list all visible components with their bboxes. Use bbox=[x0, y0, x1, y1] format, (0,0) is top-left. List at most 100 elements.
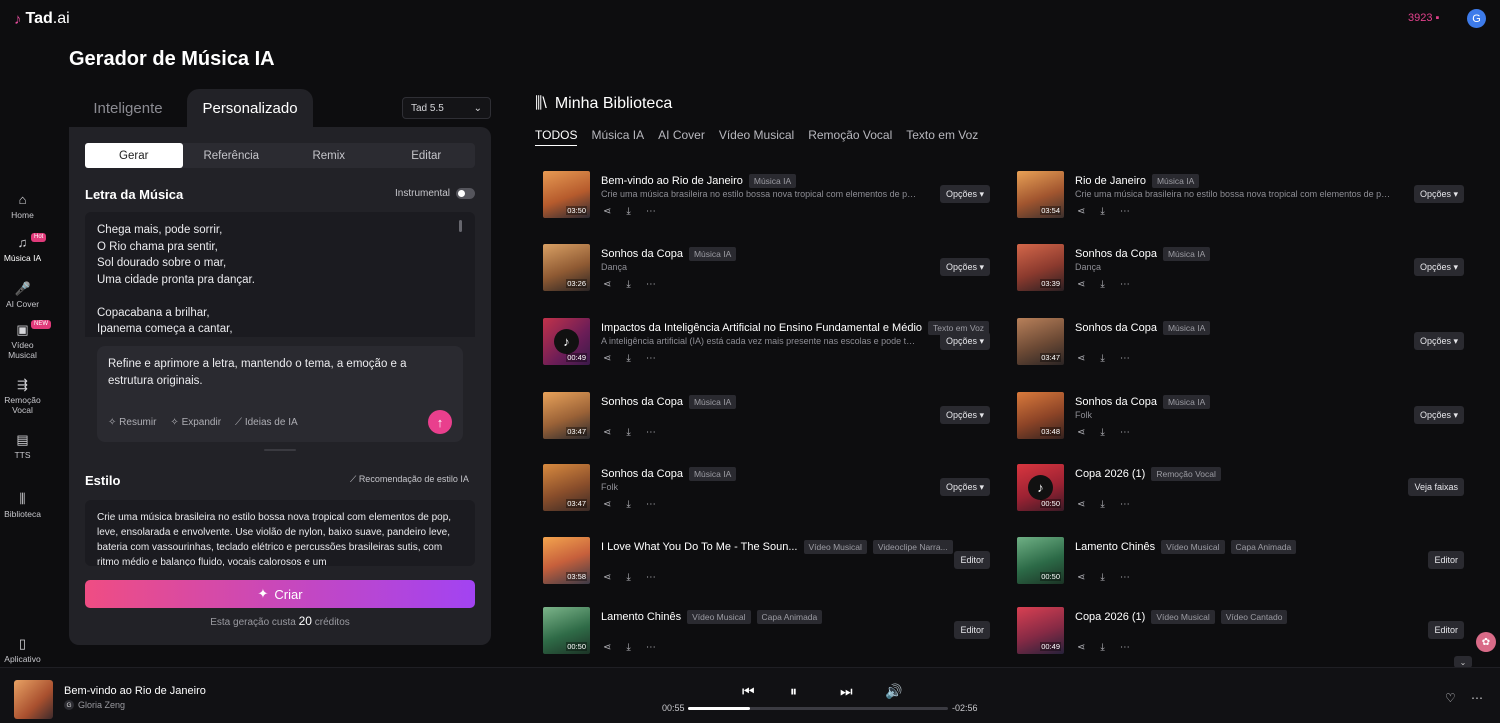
download-icon[interactable]: ⤓ bbox=[1100, 572, 1104, 583]
track-action-button[interactable]: Opções ▾ bbox=[939, 332, 990, 350]
download-icon[interactable]: ⤓ bbox=[626, 206, 630, 217]
track-action-button[interactable]: Editor bbox=[1428, 551, 1464, 569]
subtab-editar[interactable]: Editar bbox=[378, 143, 476, 168]
download-icon[interactable]: ⤓ bbox=[1100, 206, 1104, 217]
sidebar-item-v-deo-musical[interactable]: ▣ Vídeo Musical NEW bbox=[0, 320, 51, 360]
player-artist[interactable]: G Gloria Zeng bbox=[64, 700, 125, 710]
track-item[interactable]: 03:47 Sonhos da Copa Música IA Folk ⋖ ⤓ ⋯ Opçõe… bbox=[535, 464, 990, 512]
more-icon[interactable]: ⋯ bbox=[646, 427, 656, 438]
track-thumbnail[interactable]: 03:39 bbox=[1017, 244, 1064, 291]
share-icon[interactable]: ⋖ bbox=[603, 206, 611, 217]
track-action-button[interactable]: Opções ▾ bbox=[939, 406, 990, 424]
sidebar-item-biblioteca[interactable]: ⫼ Biblioteca bbox=[0, 492, 45, 520]
lib-tab-ai-cover[interactable]: AI Cover bbox=[658, 128, 705, 146]
download-icon[interactable]: ⤓ bbox=[1100, 427, 1104, 438]
track-item[interactable]: 03:58 I Love What You Do To Me - The Soun… bbox=[535, 537, 990, 585]
send-button[interactable]: ↑ bbox=[428, 410, 452, 434]
track-item[interactable]: 00:50 Lamento Chinês Vídeo Musical Capa Ani… bbox=[535, 607, 990, 655]
track-thumbnail[interactable]: 03:58 bbox=[543, 537, 590, 584]
download-icon[interactable]: ⤓ bbox=[1100, 642, 1104, 653]
track-item[interactable]: 03:26 Sonhos da Copa Música IA Dança ⋖ ⤓ ⋯ Opçõ… bbox=[535, 244, 990, 292]
track-thumbnail[interactable]: 00:50 bbox=[1017, 537, 1064, 584]
user-avatar[interactable]: G bbox=[1467, 9, 1486, 28]
download-icon[interactable]: ⤓ bbox=[1100, 499, 1104, 510]
track-action-button[interactable]: Opções ▾ bbox=[1413, 406, 1464, 424]
more-icon[interactable]: ⋯ bbox=[646, 642, 656, 653]
track-thumbnail[interactable]: ♪ 00:50 bbox=[1017, 464, 1064, 511]
sidebar-item-m-sica-ia[interactable]: ♫ Música IA Hot bbox=[0, 233, 47, 263]
track-title[interactable]: Lamento Chinês bbox=[1075, 541, 1155, 553]
sidebar-item-ai-cover[interactable]: 🎤 AI Cover bbox=[0, 282, 45, 310]
track-thumbnail[interactable]: 03:47 bbox=[543, 392, 590, 439]
track-title[interactable]: Copa 2026 (1) bbox=[1075, 468, 1145, 480]
credits-counter[interactable]: 3923 ▪ bbox=[1408, 12, 1439, 24]
sidebar-item-tts[interactable]: ▤ TTS bbox=[0, 433, 45, 461]
more-icon[interactable]: ⋯ bbox=[646, 572, 656, 583]
share-icon[interactable]: ⋖ bbox=[1077, 279, 1085, 290]
track-title[interactable]: Copa 2026 (1) bbox=[1075, 611, 1145, 623]
track-title[interactable]: Sonhos da Copa bbox=[1075, 396, 1157, 408]
more-icon[interactable]: ⋯ bbox=[646, 279, 656, 290]
tab-personalizado[interactable]: Personalizado bbox=[187, 89, 313, 127]
create-button[interactable]: ✦ Criar bbox=[85, 580, 475, 608]
more-icon[interactable]: ⋯ bbox=[646, 499, 656, 510]
track-item[interactable]: 03:50 Bem-vindo ao Rio de Janeiro Música I… bbox=[535, 171, 990, 219]
download-icon[interactable]: ⤓ bbox=[626, 572, 630, 583]
track-thumbnail[interactable]: 00:50 bbox=[543, 607, 590, 654]
track-title[interactable]: Sonhos da Copa bbox=[601, 396, 683, 408]
track-action-button[interactable]: Opções ▾ bbox=[1413, 185, 1464, 203]
track-title[interactable]: Rio de Janeiro bbox=[1075, 175, 1146, 187]
more-icon[interactable]: ⋯ bbox=[1120, 206, 1130, 217]
download-icon[interactable]: ⤓ bbox=[626, 427, 630, 438]
track-action-button[interactable]: Opções ▾ bbox=[939, 258, 990, 276]
lyrics-scrollbar[interactable] bbox=[459, 220, 462, 232]
style-recommendation-button[interactable]: ⟋ Recomendação de estilo IA bbox=[350, 474, 469, 485]
share-icon[interactable]: ⋖ bbox=[603, 499, 611, 510]
expandir-button[interactable]: ✧ Expandir bbox=[170, 417, 221, 428]
download-icon[interactable]: ⤓ bbox=[626, 642, 630, 653]
track-thumbnail[interactable]: 00:49 bbox=[1017, 607, 1064, 654]
track-thumbnail[interactable]: 03:54 bbox=[1017, 171, 1064, 218]
share-icon[interactable]: ⋖ bbox=[1077, 572, 1085, 583]
more-icon[interactable]: ⋯ bbox=[1120, 499, 1130, 510]
share-icon[interactable]: ⋖ bbox=[1077, 642, 1085, 653]
download-icon[interactable]: ⤓ bbox=[626, 353, 630, 364]
track-action-button[interactable]: Opções ▾ bbox=[1413, 258, 1464, 276]
lib-tab-todos[interactable]: TODOS bbox=[535, 128, 578, 146]
lib-tab-video-musical[interactable]: Vídeo Musical bbox=[719, 128, 794, 146]
track-title[interactable]: Sonhos da Copa bbox=[1075, 322, 1157, 334]
track-action-button[interactable]: Opções ▾ bbox=[1413, 332, 1464, 350]
track-item[interactable]: 00:50 Lamento Chinês Vídeo Musical Capa Ani… bbox=[1009, 537, 1464, 585]
resize-handle[interactable] bbox=[264, 449, 296, 451]
track-title[interactable]: I Love What You Do To Me - The Soun... bbox=[601, 541, 798, 553]
ideias-ia-button[interactable]: ⟋ Ideias de IA bbox=[235, 417, 298, 428]
more-button[interactable]: ⋯ bbox=[1471, 691, 1483, 705]
volume-button[interactable]: 🔊 bbox=[885, 683, 902, 700]
track-action-button[interactable]: Editor bbox=[954, 621, 990, 639]
share-icon[interactable]: ⋖ bbox=[603, 353, 611, 364]
download-icon[interactable]: ⤓ bbox=[1100, 279, 1104, 290]
next-button[interactable]: ⏭ bbox=[840, 683, 853, 700]
track-action-button[interactable]: Editor bbox=[954, 551, 990, 569]
refine-prompt[interactable]: Refine e aprimore a letra, mantendo o te… bbox=[108, 356, 452, 389]
track-thumbnail[interactable]: 03:47 bbox=[1017, 318, 1064, 365]
share-icon[interactable]: ⋖ bbox=[1077, 206, 1085, 217]
subtab-remix[interactable]: Remix bbox=[280, 143, 378, 168]
subtab-gerar[interactable]: Gerar bbox=[85, 143, 183, 168]
subtab-referencia[interactable]: Referência bbox=[183, 143, 281, 168]
track-action-button[interactable]: Veja faixas bbox=[1408, 478, 1464, 496]
style-textarea[interactable]: Crie uma música brasileira no estilo bos… bbox=[85, 500, 475, 566]
sidebar-item-aplicativo[interactable]: ▯ Aplicativo bbox=[0, 637, 45, 665]
more-icon[interactable]: ⋯ bbox=[646, 353, 656, 364]
player-title[interactable]: Bem-vindo ao Rio de Janeiro bbox=[64, 685, 206, 697]
more-icon[interactable]: ⋯ bbox=[1120, 572, 1130, 583]
model-select[interactable]: Tad 5.5 ⌄ bbox=[402, 97, 491, 119]
download-icon[interactable]: ⤓ bbox=[626, 279, 630, 290]
track-item[interactable]: 00:49 Copa 2026 (1) Vídeo Musical Vídeo Can… bbox=[1009, 607, 1464, 655]
lib-tab-remocao-vocal[interactable]: Remoção Vocal bbox=[808, 128, 892, 146]
more-icon[interactable]: ⋯ bbox=[1120, 279, 1130, 290]
track-item[interactable]: 03:54 Rio de Janeiro Música IA Crie uma mús… bbox=[1009, 171, 1464, 219]
like-button[interactable]: ♡ bbox=[1445, 691, 1456, 705]
tab-inteligente[interactable]: Inteligente bbox=[69, 89, 187, 127]
track-item[interactable]: 03:48 Sonhos da Copa Música IA Folk ⋖ ⤓ ⋯ Opçõe… bbox=[1009, 392, 1464, 440]
